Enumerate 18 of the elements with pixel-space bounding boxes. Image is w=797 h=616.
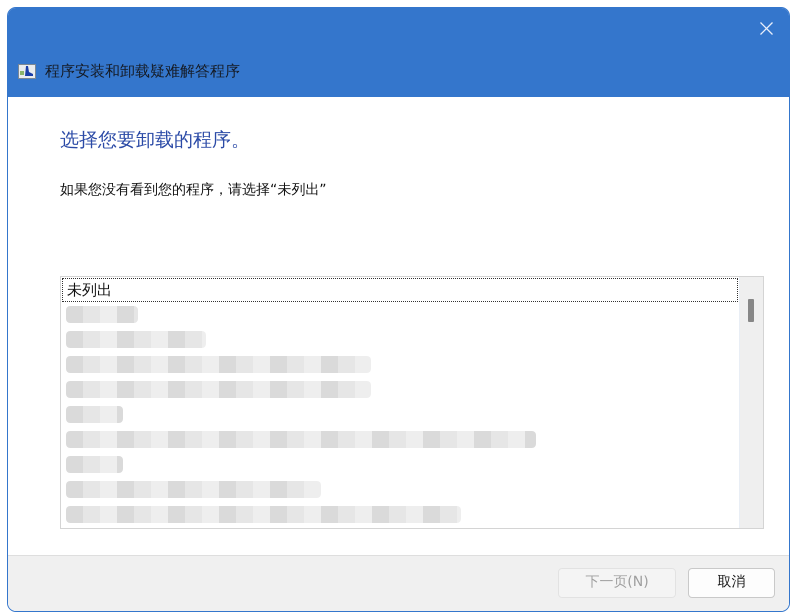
blurred-list-item[interactable] — [66, 431, 536, 448]
window-title: 程序安装和卸载疑难解答程序 — [45, 61, 240, 81]
program-icon — [18, 64, 36, 78]
scrollbar[interactable] — [739, 277, 763, 528]
page-heading: 选择您要卸载的程序。 — [60, 128, 251, 153]
blurred-list-item[interactable] — [66, 381, 371, 398]
blurred-list-item[interactable] — [66, 306, 138, 323]
blurred-list-item[interactable] — [66, 506, 461, 523]
cancel-button[interactable]: 取消 — [688, 568, 775, 598]
blurred-list-item[interactable] — [66, 406, 123, 423]
close-icon — [760, 22, 772, 34]
scrollbar-thumb[interactable] — [748, 299, 754, 322]
instruction-text: 如果您没有看到您的程序，请选择“未列出” — [60, 181, 328, 200]
list-item[interactable]: 未列出 — [62, 278, 738, 302]
blurred-list-item[interactable] — [66, 356, 371, 373]
blurred-list-item[interactable] — [66, 456, 123, 473]
blurred-list-item[interactable] — [66, 331, 206, 348]
blurred-list-item[interactable] — [66, 481, 321, 498]
